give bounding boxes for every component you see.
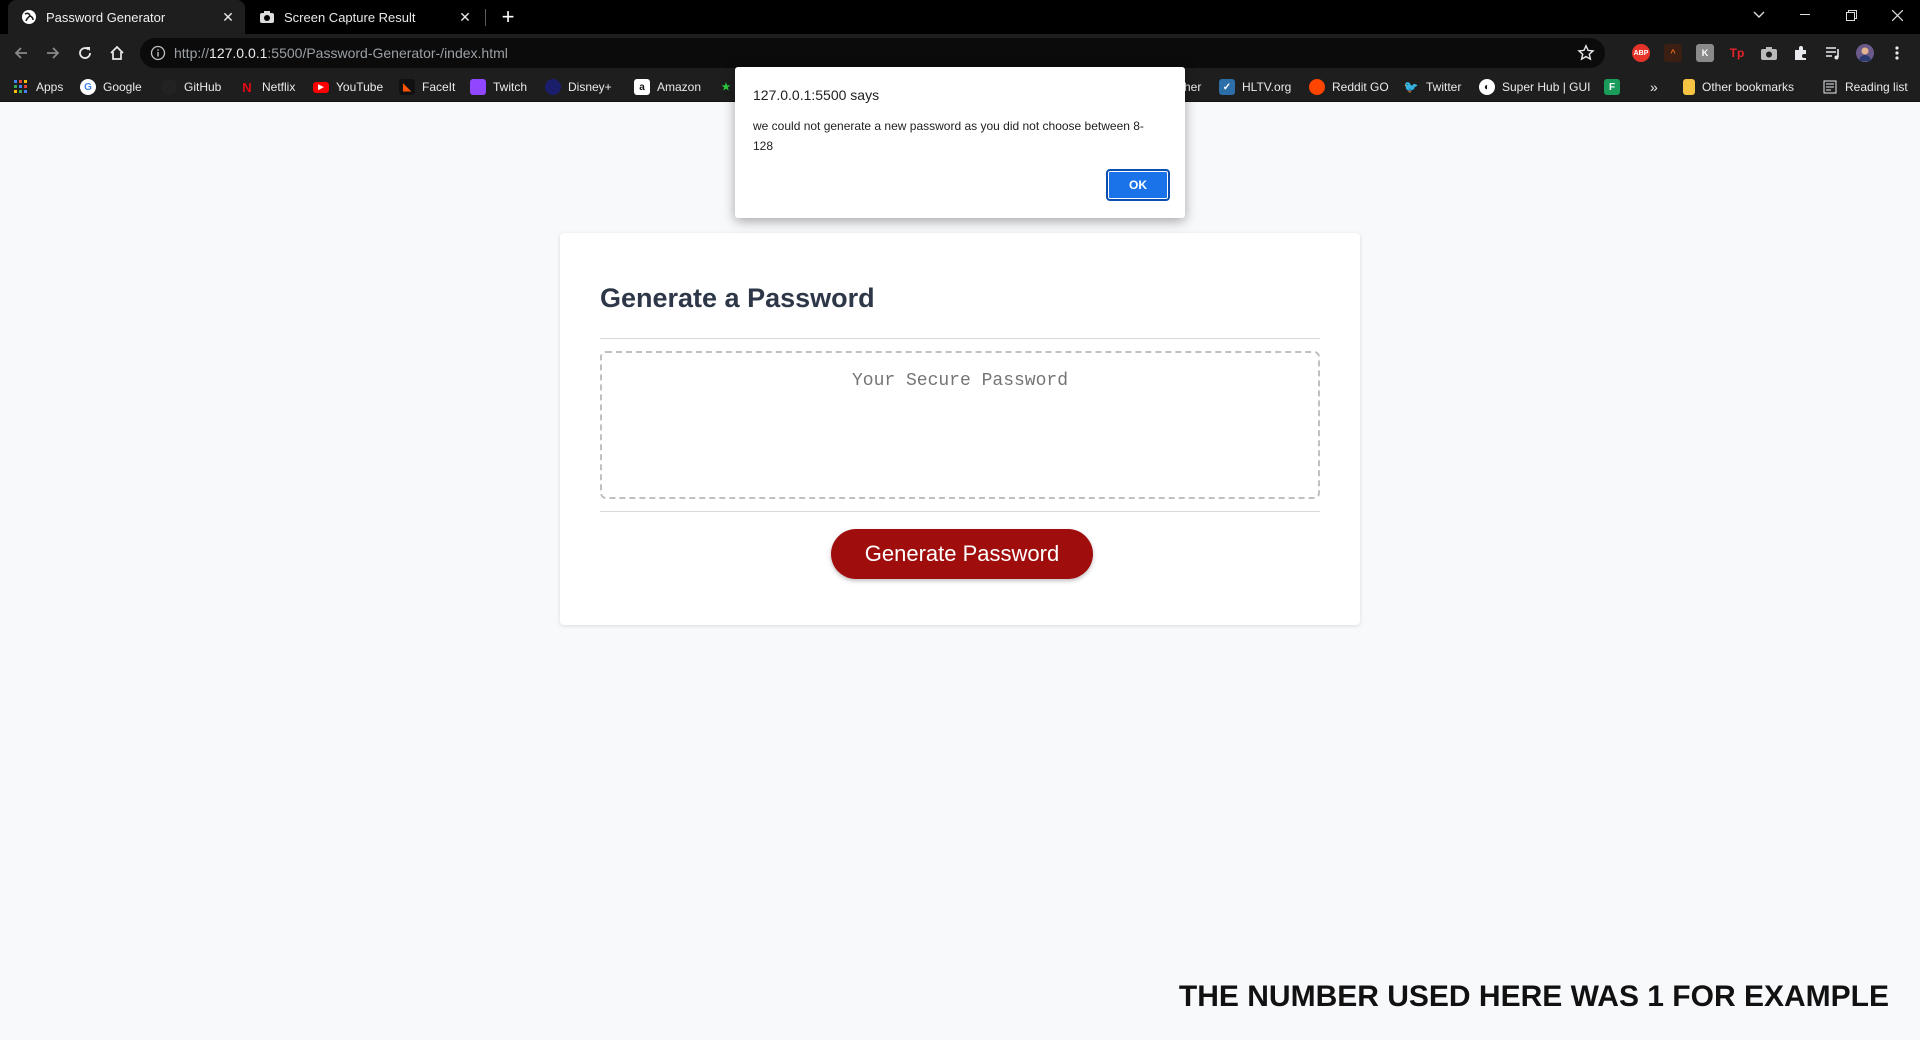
github-icon [161, 79, 177, 95]
close-tab-icon[interactable]: ✕ [219, 8, 237, 26]
caption-note: THE NUMBER USED HERE WAS 1 FOR EXAMPLE [1178, 980, 1889, 1013]
page-title: Generate a Password [600, 283, 875, 313]
tab-search-icon[interactable] [1736, 0, 1782, 30]
youtube-icon: ▶ [313, 81, 329, 93]
bookmarks-overflow-button[interactable]: » [1650, 78, 1658, 96]
puzzle-extensions-icon[interactable] [1792, 44, 1810, 62]
camera-extension-icon[interactable] [1760, 44, 1778, 62]
tab-title: Screen Capture Result [284, 9, 416, 25]
new-tab-button[interactable]: + [496, 6, 520, 28]
alert-message: we could not generate a new password as … [753, 119, 1144, 153]
password-card: Generate a Password Generate Password [560, 233, 1360, 625]
apps-grid-icon [13, 79, 29, 95]
alert-dialog: 127.0.0.1:5500 says we could not generat… [735, 67, 1185, 218]
more-menu-icon[interactable] [1888, 44, 1906, 62]
bookmark-disney[interactable]: Disney+ [545, 78, 612, 96]
forward-arrow-icon[interactable] [41, 41, 65, 65]
adblock-extension-icon[interactable]: ABP [1632, 44, 1650, 62]
tab-title: Password Generator [46, 9, 166, 25]
url-text: http://127.0.0.1:5500/Password-Generator… [174, 45, 508, 61]
minimize-icon[interactable] [1782, 0, 1828, 30]
bookmark-reddit[interactable]: Reddit GO [1309, 78, 1389, 96]
reading-list-icon [1822, 79, 1838, 95]
divider [600, 338, 1320, 339]
reading-list-button[interactable]: Reading list [1822, 78, 1908, 96]
amazon-icon: a [634, 79, 650, 95]
bookmark-twitter[interactable]: 🐦 Twitter [1403, 78, 1462, 96]
twitch-icon [470, 79, 486, 95]
alert-title: 127.0.0.1:5500 says [753, 87, 880, 103]
home-icon[interactable] [105, 41, 129, 65]
reload-icon[interactable] [73, 41, 97, 65]
disney-icon [545, 79, 561, 95]
reddit-icon [1309, 79, 1325, 95]
bookmark-other[interactable]: Other bookmarks [1683, 78, 1794, 96]
restore-icon[interactable] [1828, 0, 1874, 30]
ok-button[interactable]: OK [1106, 169, 1170, 201]
close-tab-icon[interactable]: ✕ [456, 8, 474, 26]
folder-icon [1683, 79, 1695, 95]
bookmark-youtube[interactable]: ▶ YouTube [313, 78, 383, 96]
tab-strip: Password Generator ✕ Screen Capture Resu… [0, 0, 1920, 34]
bookmark-github[interactable]: GitHub [161, 78, 221, 96]
bookmark-super-hub[interactable]: ◐ Super Hub | GUI [1479, 78, 1591, 96]
star-bookmark-icon: ★ [721, 81, 731, 93]
bookmark-faceit[interactable]: ◣ FaceIt [399, 78, 455, 96]
bookmark-apps[interactable]: Apps [13, 78, 63, 96]
address-bar[interactable]: http://127.0.0.1:5500/Password-Generator… [140, 38, 1605, 68]
tab-password-generator[interactable]: Password Generator ✕ [8, 0, 245, 34]
generate-password-button[interactable]: Generate Password [831, 529, 1093, 579]
bookmark-partial-her[interactable]: her [1184, 78, 1201, 96]
tab-divider [485, 9, 486, 26]
extension-icon[interactable]: Tp [1728, 44, 1746, 62]
close-window-icon[interactable] [1874, 0, 1920, 30]
bookmark-google[interactable]: G Google [80, 78, 142, 96]
media-queue-icon[interactable] [1824, 44, 1842, 62]
site-info-icon[interactable] [150, 45, 166, 61]
bookmark-hltv[interactable]: ✓ HLTV.org [1219, 78, 1291, 96]
globe-icon: ◐ [1479, 79, 1495, 95]
bookmark-amazon[interactable]: a Amazon [634, 78, 701, 96]
faceit-icon: ◣ [399, 79, 415, 95]
bookmark-twitch[interactable]: Twitch [470, 78, 527, 96]
twitter-icon: 🐦 [1403, 80, 1419, 94]
bookmark-netflix[interactable]: N Netflix [239, 78, 295, 96]
profile-avatar[interactable] [1856, 44, 1874, 62]
netflix-icon: N [242, 79, 252, 95]
extension-icon[interactable]: K [1696, 44, 1714, 62]
back-arrow-icon[interactable] [9, 41, 33, 65]
divider [600, 511, 1320, 512]
extension-icon[interactable]: ^ [1664, 44, 1682, 62]
tab-screen-capture[interactable]: Screen Capture Result ✕ [246, 0, 482, 34]
globe-icon [21, 9, 37, 25]
bookmark-partial-green[interactable]: F [1604, 78, 1627, 96]
sheet-icon: F [1604, 79, 1620, 95]
bookmark-star-icon[interactable] [1577, 44, 1595, 62]
hltv-icon: ✓ [1219, 79, 1235, 95]
camera-icon [259, 9, 275, 25]
google-icon: G [80, 79, 96, 95]
password-output[interactable] [600, 351, 1320, 499]
